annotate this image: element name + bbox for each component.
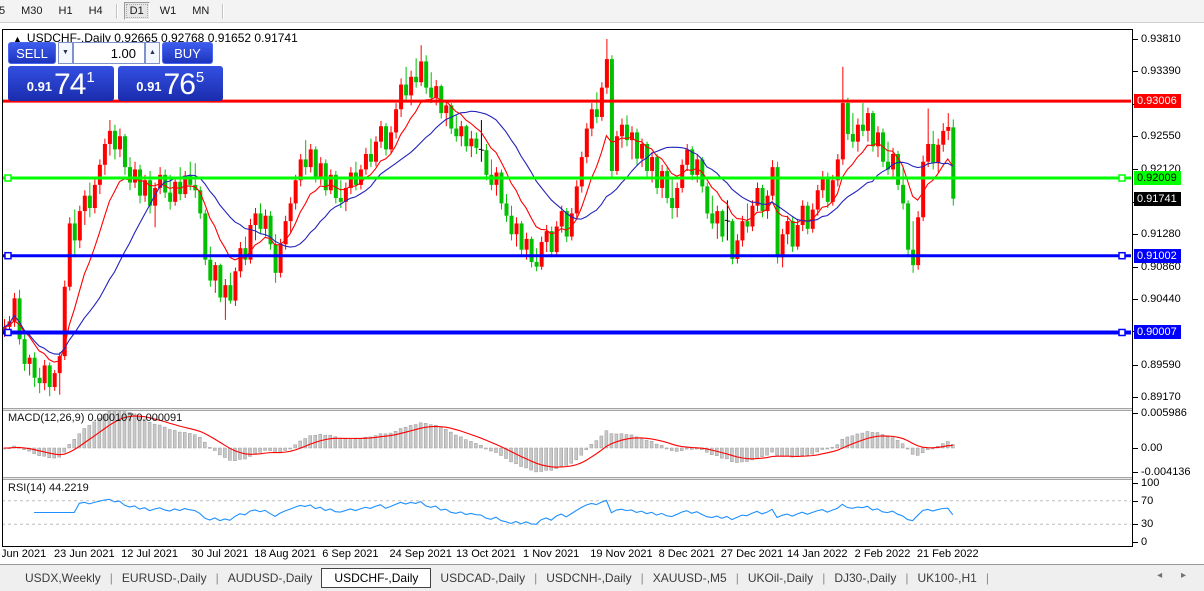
- price-tick-mark: [1133, 397, 1138, 398]
- buy-price-pip: 5: [196, 69, 204, 86]
- rsi-tick-mark: [1133, 524, 1138, 525]
- tab-usdchf-daily[interactable]: USDCHF-,Daily: [321, 568, 431, 588]
- rsi-tick-label: 70: [1141, 495, 1153, 507]
- price-badge: 0.90007: [1134, 325, 1181, 339]
- price-tick-mark: [1133, 39, 1138, 40]
- buy-button[interactable]: BUY: [162, 42, 213, 64]
- tab-usdcnh-daily[interactable]: USDCNH-,Daily: [537, 569, 640, 587]
- rsi-tick-mark: [1133, 501, 1138, 502]
- macd-tick-label: 0.00: [1141, 442, 1162, 454]
- one-click-trading-panel: SELL ▼ ▲ BUY 0.91 74 1 0.91 76 5: [8, 42, 223, 101]
- rsi-tick-label: 100: [1141, 477, 1159, 489]
- price-tick-mark: [1133, 234, 1138, 235]
- price-tick-label: 0.89590: [1141, 359, 1181, 371]
- price-tick-label: 0.89170: [1141, 391, 1181, 403]
- volume-increase-button[interactable]: ▲: [145, 42, 160, 64]
- price-tick-label: 0.92550: [1141, 130, 1181, 142]
- terminal-window: 5M30H1H4D1W1MN ▲USDCHF-,Daily 0.92665 0.…: [0, 0, 1204, 591]
- sell-price-display[interactable]: 0.91 74 1: [8, 66, 114, 101]
- toolbar-separator: [116, 4, 117, 19]
- tab-dj30-daily[interactable]: DJ30-,Daily: [825, 569, 905, 587]
- price-tick-mark: [1133, 365, 1138, 366]
- tab-usdx-weekly[interactable]: USDX,Weekly: [16, 569, 110, 587]
- price-badge: 0.93006: [1134, 94, 1181, 108]
- price-tick-mark: [1133, 136, 1138, 137]
- price-tick-label: 0.93390: [1141, 65, 1181, 77]
- volume-input[interactable]: [74, 43, 144, 63]
- price-tick-mark: [1133, 299, 1138, 300]
- price-tick-label: 0.93810: [1141, 33, 1181, 45]
- buy-price-prefix: 0.91: [136, 79, 161, 94]
- date-label: 13 Oct 2021: [456, 548, 516, 560]
- date-label: 30 Jul 2021: [191, 548, 248, 560]
- price-badge: 0.92009: [1134, 171, 1181, 185]
- tab-usdcad-daily[interactable]: USDCAD-,Daily: [431, 569, 534, 587]
- price-tick-mark: [1133, 267, 1138, 268]
- price-badge: 0.91741: [1134, 192, 1181, 206]
- tab-ukoil-daily[interactable]: UKOil-,Daily: [739, 569, 822, 587]
- price-axis[interactable]: 0.938100.933900.929700.925500.921200.917…: [1133, 29, 1204, 563]
- tab-divider: |: [986, 571, 989, 585]
- tab-xauusd-m5[interactable]: XAUUSD-,M5: [644, 569, 736, 587]
- price-badge: 0.91002: [1134, 249, 1181, 263]
- timeframe-button-5[interactable]: 5: [0, 2, 11, 20]
- rsi-tick-mark: [1133, 483, 1138, 484]
- macd-tick-mark: [1133, 413, 1138, 414]
- rsi-label: RSI(14) 44.2219: [8, 482, 89, 494]
- price-tick-label: 0.90440: [1141, 293, 1181, 305]
- price-tick-label: 0.91280: [1141, 228, 1181, 240]
- timeframe-button-h4[interactable]: H4: [83, 2, 109, 20]
- date-label: 12 Jul 2021: [121, 548, 178, 560]
- timeframe-button-mn[interactable]: MN: [186, 2, 215, 20]
- sell-price-pip: 1: [86, 69, 94, 86]
- timeframe-button-m30[interactable]: M30: [15, 2, 48, 20]
- date-label: 6 Sep 2021: [322, 548, 378, 560]
- sell-button[interactable]: SELL: [8, 42, 56, 64]
- rsi-tick-label: 0: [1141, 536, 1147, 548]
- macd-label: MACD(12,26,9) 0.000107 0.000091: [8, 412, 182, 424]
- timeframe-button-w1[interactable]: W1: [154, 2, 183, 20]
- date-label: 24 Sep 2021: [389, 548, 451, 560]
- timeframe-button-h1[interactable]: H1: [53, 2, 79, 20]
- sell-price-big: 74: [54, 72, 85, 98]
- date-label: 1 Nov 2021: [523, 548, 579, 560]
- chart-tab-bar: USDX,Weekly|EURUSD-,Daily|AUDUSD-,DailyU…: [0, 564, 1204, 591]
- rsi-tick-mark: [1133, 542, 1138, 543]
- toolbar-separator: [222, 4, 223, 19]
- date-label: 2 Feb 2022: [855, 548, 911, 560]
- date-label: 23 Jun 2021: [54, 548, 115, 560]
- tab-scroll-arrows[interactable]: ◂ ▸: [1157, 570, 1194, 581]
- date-label: 21 Feb 2022: [917, 548, 979, 560]
- macd-tick-mark: [1133, 448, 1138, 449]
- volume-box: [73, 42, 145, 64]
- price-tick-mark: [1133, 71, 1138, 72]
- tab-uk100-h1[interactable]: UK100-,H1: [908, 569, 985, 587]
- date-label: 18 Aug 2021: [254, 548, 316, 560]
- date-label: 27 Dec 2021: [721, 548, 783, 560]
- macd-tick-mark: [1133, 472, 1138, 473]
- buy-price-display[interactable]: 0.91 76 5: [118, 66, 224, 101]
- rsi-pane[interactable]: [2, 480, 1131, 543]
- time-axis[interactable]: 4 Jun 2021 23 Jun 2021 12 Jul 2021 30 Jul 2…: [2, 547, 1131, 563]
- tab-audusd-daily[interactable]: AUDUSD-,Daily: [219, 569, 322, 587]
- macd-tick-label: 0.005986: [1141, 407, 1187, 419]
- date-label: 14 Jan 2022: [787, 548, 848, 560]
- date-label: 4 Jun 2021: [2, 548, 46, 560]
- rsi-tick-label: 30: [1141, 518, 1153, 530]
- sell-price-prefix: 0.91: [27, 79, 52, 94]
- date-label: 19 Nov 2021: [590, 548, 652, 560]
- buy-price-big: 76: [164, 72, 195, 98]
- date-label: 8 Dec 2021: [659, 548, 715, 560]
- volume-decrease-button[interactable]: ▼: [58, 42, 73, 64]
- tab-eurusd-daily[interactable]: EURUSD-,Daily: [113, 569, 216, 587]
- timeframe-button-d1[interactable]: D1: [124, 2, 150, 20]
- timeframe-toolbar: 5M30 H1H4 D1W1MN: [0, 0, 1204, 23]
